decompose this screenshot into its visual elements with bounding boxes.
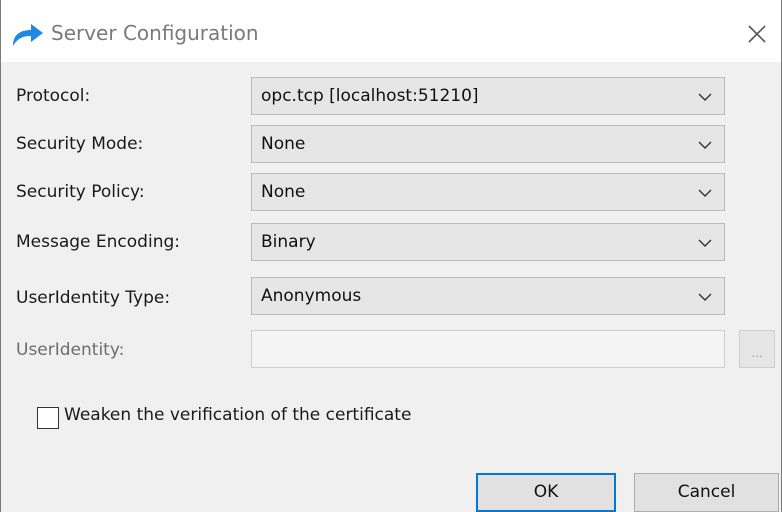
close-icon[interactable] bbox=[739, 16, 775, 52]
weaken-verification-label[interactable]: Weaken the verification of the certifica… bbox=[64, 405, 411, 425]
title-bar: Server Configuration bbox=[1, 0, 781, 62]
user-identity-type-dropdown[interactable]: Anonymous bbox=[251, 277, 725, 315]
chevron-down-icon bbox=[698, 293, 712, 301]
chevron-down-icon bbox=[698, 189, 712, 197]
weaken-verification-checkbox[interactable] bbox=[37, 407, 59, 429]
user-identity-type-value: Anonymous bbox=[261, 286, 362, 306]
arrow-share-icon bbox=[13, 24, 43, 46]
chevron-down-icon bbox=[698, 239, 712, 247]
chevron-down-icon bbox=[698, 141, 712, 149]
protocol-label: Protocol: bbox=[16, 86, 91, 106]
security-mode-dropdown[interactable]: None bbox=[251, 125, 725, 163]
message-encoding-label: Message Encoding: bbox=[16, 232, 180, 252]
server-configuration-dialog: Server Configuration Protocol: opc.tcp [… bbox=[0, 0, 782, 512]
protocol-value: opc.tcp [localhost:51210] bbox=[261, 86, 479, 106]
security-mode-label: Security Mode: bbox=[16, 134, 144, 154]
user-identity-label: UserIdentity: bbox=[16, 340, 125, 360]
security-mode-value: None bbox=[261, 134, 306, 154]
message-encoding-value: Binary bbox=[261, 232, 316, 252]
security-policy-value: None bbox=[261, 182, 306, 202]
security-policy-dropdown[interactable]: None bbox=[251, 173, 725, 211]
security-policy-label: Security Policy: bbox=[16, 182, 145, 202]
window-title: Server Configuration bbox=[51, 21, 259, 45]
chevron-down-icon bbox=[698, 93, 712, 101]
user-identity-type-label: UserIdentity Type: bbox=[16, 288, 171, 308]
ok-button[interactable]: OK bbox=[476, 473, 616, 512]
message-encoding-dropdown[interactable]: Binary bbox=[251, 223, 725, 261]
cancel-button[interactable]: Cancel bbox=[634, 473, 779, 512]
user-identity-field[interactable] bbox=[251, 330, 725, 368]
user-identity-browse-button[interactable]: ... bbox=[739, 330, 775, 368]
protocol-dropdown[interactable]: opc.tcp [localhost:51210] bbox=[251, 77, 725, 115]
